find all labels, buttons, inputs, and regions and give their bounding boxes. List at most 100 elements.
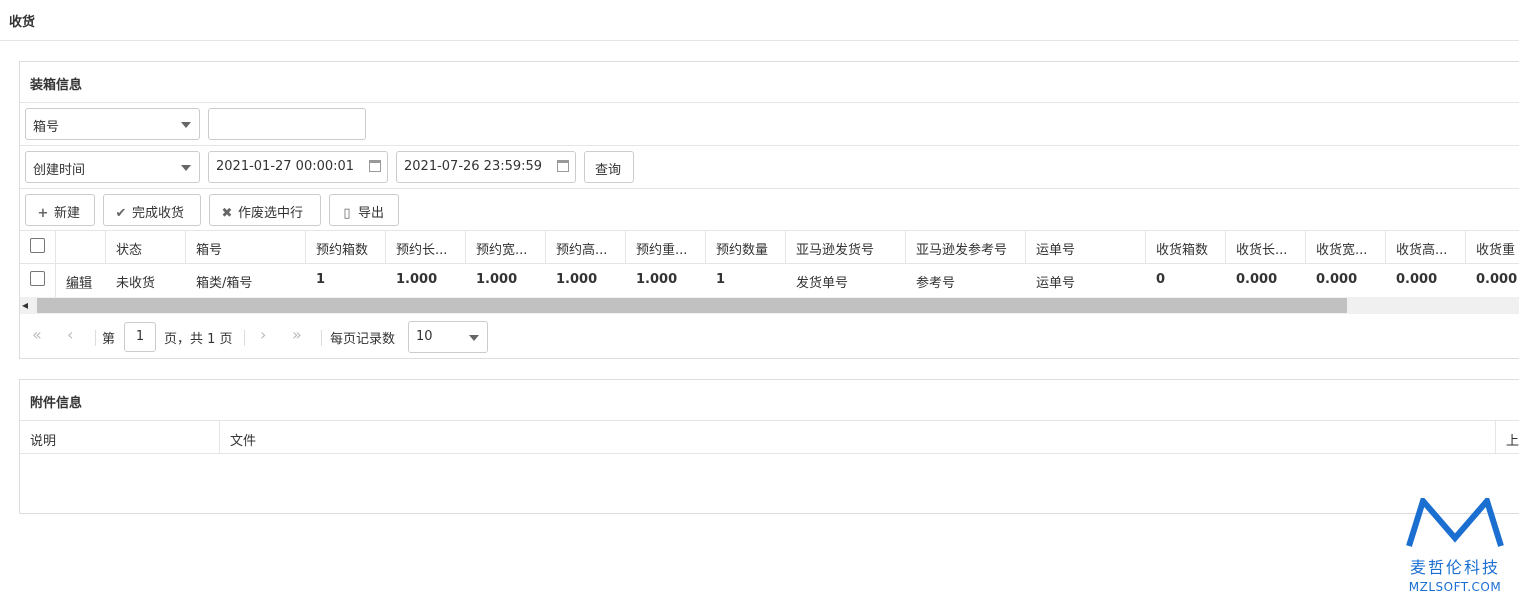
page-number-input[interactable]: 1 (124, 322, 156, 352)
grid-header-cell[interactable]: 预约重... (626, 231, 706, 264)
grid-header-cell[interactable]: 上 (1496, 421, 1519, 454)
filter-field-select[interactable]: 箱号 (25, 108, 200, 140)
logo-text-cn: 麦哲伦科技 (1409, 558, 1500, 577)
select-all-cell (20, 231, 56, 264)
per-page-label: 每页记录数 (330, 332, 396, 347)
start-date-input[interactable]: 2021-01-27 00:00:01 (208, 151, 388, 183)
per-page-select[interactable]: 10 (408, 321, 488, 353)
row-select-cell (20, 264, 56, 297)
brand-logo: 麦哲伦科技 MZLSOFT.COM (1399, 498, 1511, 594)
pager-divider (321, 330, 322, 346)
grid-header: 状态 箱号 预约箱数 预约长... 预约宽... 预约高... 预约重... 预… (20, 231, 1519, 264)
grid-header-cell[interactable]: 收货箱数 (1146, 231, 1226, 264)
page-suffix: 页，共 1 页 (164, 332, 233, 347)
end-date-input[interactable]: 2021-07-26 23:59:59 (396, 151, 576, 183)
grid-header-cell[interactable]: 亚马逊发货号 (786, 231, 906, 264)
export-label: 导出 (358, 206, 385, 221)
grid-header-cell[interactable]: 预约宽... (466, 231, 546, 264)
grid-header-cell[interactable]: 预约箱数 (306, 231, 386, 264)
grid-header-action (56, 231, 106, 264)
query-button[interactable]: 查询 (584, 151, 634, 183)
new-label: 新建 (54, 206, 81, 221)
table-cell: 0.000 (1316, 272, 1358, 287)
grid-header-cell[interactable]: 收货高... (1386, 231, 1466, 264)
table-cell: 箱类/箱号 (196, 276, 253, 291)
edit-cell: 编辑 (56, 264, 106, 297)
logo-text-en: MZLSOFT.COM (1408, 580, 1502, 594)
start-date-value: 2021-01-27 00:00:01 (216, 159, 355, 174)
plus-icon: + (37, 206, 49, 221)
grid-header-cell[interactable]: 收货重 (1466, 231, 1519, 264)
last-page-icon[interactable]: » (292, 325, 302, 344)
date-field-value: 创建时间 (33, 163, 86, 178)
box-grid: 状态 箱号 预约箱数 预约长... 预约宽... 预约高... 预约重... 预… (20, 231, 1519, 297)
box-info-title: 装箱信息 (20, 62, 1519, 103)
table-cell: 0.000 (1476, 272, 1518, 287)
table-cell: 1.000 (476, 272, 518, 287)
horizontal-scrollbar[interactable]: ◂ (20, 297, 1519, 314)
grid-header-cell[interactable]: 预约高... (546, 231, 626, 264)
box-no-input[interactable] (208, 108, 366, 140)
prev-page-icon[interactable]: ‹ (67, 325, 73, 344)
complete-label: 完成收货 (132, 206, 185, 221)
grid-header-cell[interactable]: 说明 (20, 421, 220, 454)
close-icon: ✖ (221, 206, 233, 221)
edit-link[interactable]: 编辑 (66, 276, 92, 291)
grid-header-cell[interactable]: 状态 (106, 231, 186, 264)
attachment-panel: 附件信息 说明 文件 上 (19, 379, 1519, 514)
grid-header-cell[interactable]: 运单号 (1026, 231, 1146, 264)
table-cell: 参考号 (916, 276, 956, 291)
filter-row-date: 创建时间 2021-01-27 00:00:01 2021-07-26 23:5… (20, 146, 1519, 189)
export-button[interactable]: ▯ 导出 (329, 194, 399, 226)
page-title: 收货 (0, 0, 1519, 41)
date-field-select[interactable]: 创建时间 (25, 151, 200, 183)
grid-header-cell[interactable]: 文件 (220, 421, 1496, 454)
complete-receipt-button[interactable]: ✔ 完成收货 (103, 194, 201, 226)
table-cell: 发货单号 (796, 276, 849, 291)
row-checkbox[interactable] (30, 271, 45, 286)
table-cell: 1.000 (556, 272, 598, 287)
table-cell: 0.000 (1396, 272, 1438, 287)
page-prefix: 第 (102, 332, 116, 347)
scrollbar-thumb[interactable] (37, 298, 1347, 313)
chevron-down-icon (469, 335, 479, 341)
pager-divider (244, 330, 245, 346)
table-cell: 0.000 (1236, 272, 1278, 287)
end-date-value: 2021-07-26 23:59:59 (404, 159, 543, 174)
table-cell: 1.000 (396, 272, 438, 287)
toolbar: + 新建 ✔ 完成收货 ✖ 作废选中行 ▯ 导出 (20, 189, 1519, 231)
excel-file-icon: ▯ (343, 206, 351, 221)
first-page-icon[interactable]: « (32, 325, 42, 344)
grid-header-cell[interactable]: 预约长... (386, 231, 466, 264)
grid-header-cell[interactable]: 预约数量 (706, 231, 786, 264)
per-page-value: 10 (416, 329, 433, 344)
logo-m-icon (1406, 498, 1504, 547)
calendar-icon[interactable] (369, 160, 381, 172)
table-row[interactable]: 编辑 未收货 箱类/箱号 1 1.000 1.000 1.000 1.000 1… (20, 264, 1519, 297)
attachment-title: 附件信息 (20, 380, 1519, 421)
check-icon: ✔ (115, 206, 127, 221)
chevron-down-icon (181, 122, 191, 128)
table-cell: 运单号 (1036, 276, 1076, 291)
grid-header-cell[interactable]: 收货宽... (1306, 231, 1386, 264)
table-cell: 1.000 (636, 272, 678, 287)
table-cell: 0 (1156, 272, 1166, 287)
filter-field-value: 箱号 (33, 120, 60, 135)
select-all-checkbox[interactable] (30, 238, 45, 253)
attachment-grid-header: 说明 文件 上 (20, 421, 1519, 454)
void-label: 作废选中行 (238, 206, 304, 221)
filter-row-box-no: 箱号 (20, 103, 1519, 146)
scroll-left-icon[interactable]: ◂ (22, 298, 28, 312)
table-cell: 1 (316, 272, 326, 287)
calendar-icon[interactable] (557, 160, 569, 172)
void-selected-button[interactable]: ✖ 作废选中行 (209, 194, 321, 226)
grid-header-cell[interactable]: 箱号 (186, 231, 306, 264)
next-page-icon[interactable]: › (260, 325, 266, 344)
table-cell: 未收货 (116, 276, 156, 291)
pager-divider (95, 330, 96, 346)
grid-header-cell[interactable]: 亚马逊发参考号 (906, 231, 1026, 264)
grid-header-cell[interactable]: 收货长... (1226, 231, 1306, 264)
chevron-down-icon (181, 165, 191, 171)
box-info-panel: 装箱信息 箱号 创建时间 2021-01-27 00:00:01 2021-07… (19, 61, 1519, 359)
new-button[interactable]: + 新建 (25, 194, 95, 226)
